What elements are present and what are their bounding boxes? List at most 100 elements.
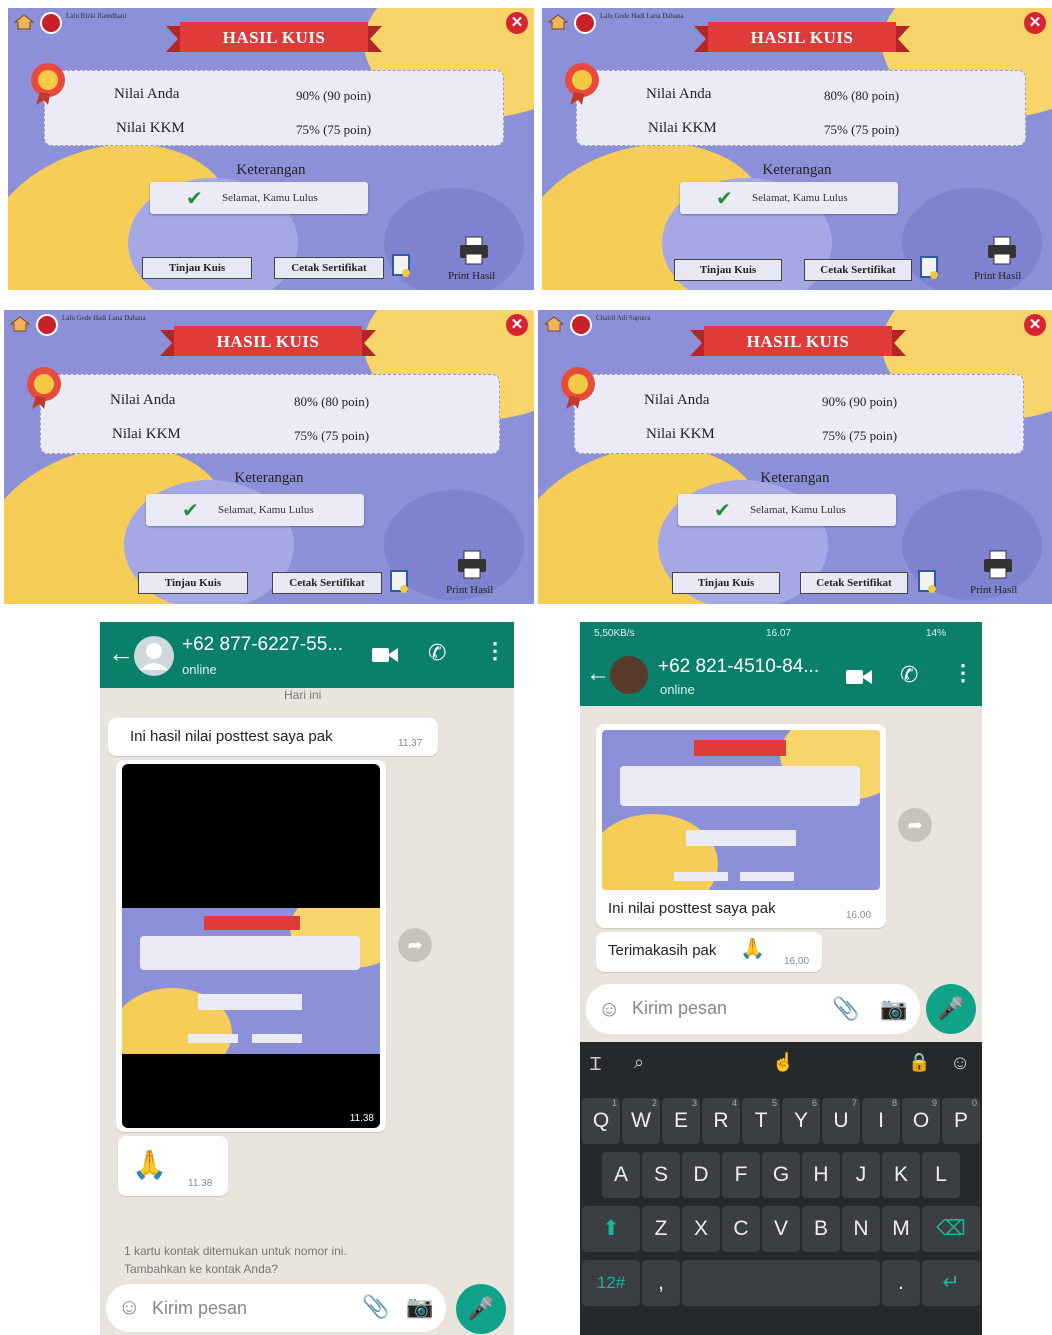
print-certificate-button[interactable]: Cetak Sertifikat <box>800 572 908 594</box>
certificate-icon[interactable] <box>392 254 412 280</box>
mic-button[interactable]: 🎤 <box>456 1284 506 1334</box>
key-c[interactable]: C <box>722 1206 760 1252</box>
contact-number[interactable]: +62 877-6227-55... <box>182 634 343 656</box>
space-key[interactable] <box>682 1260 880 1306</box>
emoji-keyboard-icon[interactable]: ☺ <box>950 1052 970 1075</box>
key-y[interactable]: Y6 <box>782 1098 820 1144</box>
certificate-icon[interactable] <box>918 570 938 596</box>
period-key[interactable]: . <box>882 1260 920 1306</box>
key-label: I <box>878 1109 884 1132</box>
key-a[interactable]: A <box>602 1152 640 1198</box>
contact-avatar[interactable] <box>610 656 648 694</box>
forwarded-image[interactable]: 11.38 <box>122 764 380 1128</box>
print-certificate-button[interactable]: Cetak Sertifikat <box>272 572 382 594</box>
print-certificate-button[interactable]: Cetak Sertifikat <box>274 257 384 279</box>
key-u[interactable]: U7 <box>822 1098 860 1144</box>
contact-number[interactable]: +62 821-4510-84... <box>658 656 819 678</box>
home-icon[interactable] <box>548 14 568 30</box>
message-input[interactable]: ☺ Kirim pesan 📎 📷 <box>106 1284 446 1332</box>
print-result-label[interactable]: Print Hasil <box>446 584 493 596</box>
more-options-icon[interactable]: ⋮ <box>952 660 974 686</box>
image-message-bubble[interactable]: Ini nilai posttest saya pak 16.00 <box>596 724 886 928</box>
more-options-icon[interactable]: ⋮ <box>484 638 506 664</box>
key-q[interactable]: Q1 <box>582 1098 620 1144</box>
emoji-icon[interactable]: ☺ <box>118 1294 140 1320</box>
numbers-key[interactable]: 12# <box>582 1260 640 1306</box>
key-z[interactable]: Z <box>642 1206 680 1252</box>
key-k[interactable]: K <box>882 1152 920 1198</box>
review-quiz-button[interactable]: Tinjau Kuis <box>672 572 780 594</box>
back-arrow-icon[interactable]: ← <box>586 660 610 688</box>
phone-call-icon[interactable]: ✆ <box>428 640 446 666</box>
review-quiz-button[interactable]: Tinjau Kuis <box>138 572 248 594</box>
message-bubble[interactable]: Ini hasil nilai posttest saya pak 11.37 <box>108 718 438 756</box>
message-bubble[interactable]: Terimakasih pak 🙏 16.00 <box>596 932 822 972</box>
attach-icon[interactable]: 📎 <box>832 996 859 1022</box>
key-t[interactable]: T5 <box>742 1098 780 1144</box>
key-n[interactable]: N <box>842 1206 880 1252</box>
key-h[interactable]: H <box>802 1152 840 1198</box>
close-icon[interactable]: ✕ <box>506 314 528 336</box>
backspace-key[interactable]: ⌫ <box>922 1206 980 1252</box>
key-l[interactable]: L <box>922 1152 960 1198</box>
gesture-icon[interactable]: ☝ <box>772 1052 794 1073</box>
certificate-icon[interactable] <box>390 570 410 596</box>
cursor-tool-icon[interactable]: Ꮖ <box>590 1054 602 1075</box>
key-b[interactable]: B <box>802 1206 840 1252</box>
key-j[interactable]: J <box>842 1152 880 1198</box>
emoji-message-bubble[interactable]: 🙏 11.38 <box>118 1136 228 1196</box>
contact-avatar[interactable] <box>134 636 174 676</box>
print-result-label[interactable]: Print Hasil <box>448 270 495 282</box>
label-score: Nilai Anda <box>644 392 710 408</box>
mic-button[interactable]: 🎤 <box>926 984 976 1034</box>
message-input[interactable]: ☺ Kirim pesan 📎 📷 <box>586 984 920 1034</box>
key-d[interactable]: D <box>682 1152 720 1198</box>
lock-icon[interactable]: 🔒 <box>908 1052 930 1073</box>
print-certificate-button[interactable]: Cetak Sertifikat <box>804 259 912 281</box>
phone-call-icon[interactable]: ✆ <box>900 662 918 688</box>
printer-icon[interactable] <box>982 550 1014 580</box>
key-s[interactable]: S <box>642 1152 680 1198</box>
forward-icon[interactable]: ➦ <box>898 808 932 842</box>
close-icon[interactable]: ✕ <box>1024 314 1046 336</box>
key-v[interactable]: V <box>762 1206 800 1252</box>
enter-key[interactable]: ↵ <box>922 1260 980 1306</box>
review-quiz-button[interactable]: Tinjau Kuis <box>674 259 782 281</box>
key-o[interactable]: O9 <box>902 1098 940 1144</box>
home-icon[interactable] <box>14 14 34 30</box>
back-arrow-icon[interactable]: ← <box>108 638 134 669</box>
printer-icon[interactable] <box>986 236 1018 266</box>
printer-icon[interactable] <box>456 550 488 580</box>
emoji-icon[interactable]: ☺ <box>598 996 620 1022</box>
attach-icon[interactable]: 📎 <box>362 1294 389 1320</box>
quiz-screenshot-thumbnail[interactable] <box>602 730 880 890</box>
key-g[interactable]: G <box>762 1152 800 1198</box>
key-i[interactable]: I8 <box>862 1098 900 1144</box>
close-icon[interactable]: ✕ <box>1024 12 1046 34</box>
review-quiz-button[interactable]: Tinjau Kuis <box>142 257 252 279</box>
close-icon[interactable]: ✕ <box>506 12 528 34</box>
forward-icon[interactable]: ➦ <box>398 928 432 962</box>
shift-key[interactable]: ⬆ <box>582 1206 640 1252</box>
printer-icon[interactable] <box>458 236 490 266</box>
video-call-icon[interactable] <box>846 668 872 686</box>
home-icon[interactable] <box>10 316 30 332</box>
image-message-bubble[interactable]: 11.38 <box>116 760 386 1132</box>
camera-icon[interactable]: 📷 <box>406 1294 433 1320</box>
key-p[interactable]: P0 <box>942 1098 980 1144</box>
key-x[interactable]: X <box>682 1206 720 1252</box>
certificate-icon[interactable] <box>920 256 940 282</box>
key-w[interactable]: W2 <box>622 1098 660 1144</box>
key-f[interactable]: F <box>722 1152 760 1198</box>
print-result-label[interactable]: Print Hasil <box>970 584 1017 596</box>
home-icon[interactable] <box>544 316 564 332</box>
user-avatar-icon <box>40 12 62 34</box>
key-e[interactable]: E3 <box>662 1098 700 1144</box>
camera-icon[interactable]: 📷 <box>880 996 907 1022</box>
print-result-label[interactable]: Print Hasil <box>974 270 1021 282</box>
comma-key[interactable]: , <box>642 1260 680 1306</box>
key-r[interactable]: R4 <box>702 1098 740 1144</box>
video-call-icon[interactable] <box>372 646 398 664</box>
key-m[interactable]: M <box>882 1206 920 1252</box>
search-icon[interactable]: ⌕ <box>634 1052 644 1073</box>
